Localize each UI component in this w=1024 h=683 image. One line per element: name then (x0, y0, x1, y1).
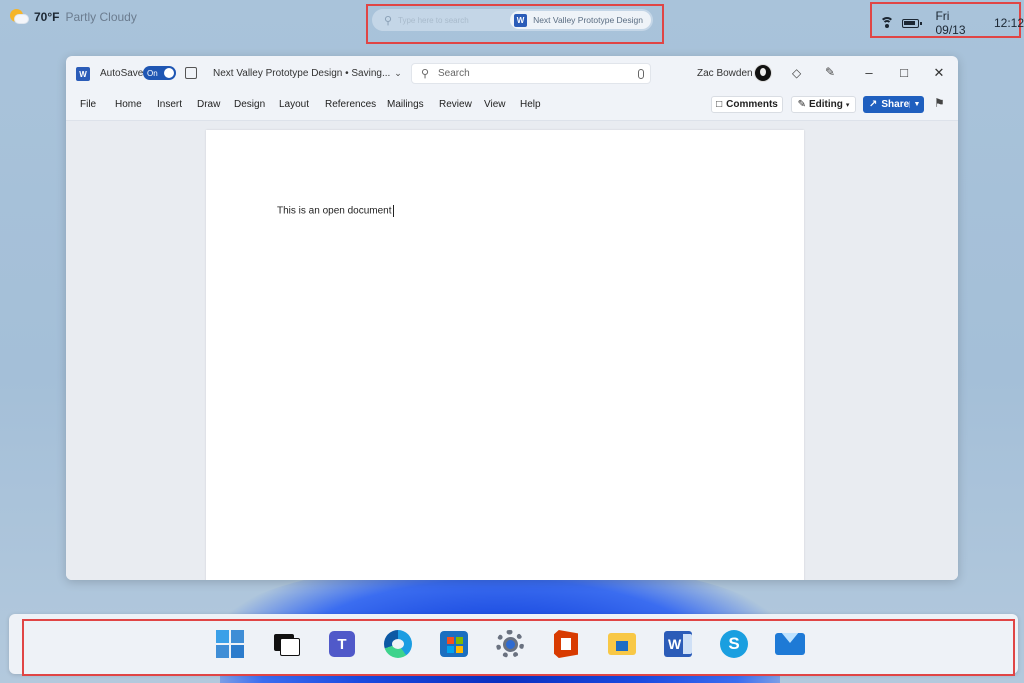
premium-diamond-icon[interactable]: ◇ (792, 66, 801, 80)
word-window: W AutoSave On Next Valley Prototype Desi… (66, 56, 958, 580)
share-dropdown-icon[interactable]: ▼ (909, 101, 924, 108)
tab-references[interactable]: References (325, 99, 376, 110)
share-button[interactable]: ↗ Share ▼ (863, 96, 924, 113)
comment-icon: □ (716, 99, 723, 110)
designer-pen-icon[interactable]: ✎ (825, 65, 835, 79)
document-canvas: This is an open document (66, 121, 958, 580)
chevron-down-icon: ▾ (845, 101, 850, 109)
minimize-button[interactable]: – (854, 63, 884, 83)
share-label: Share (881, 99, 910, 110)
battery-icon[interactable] (901, 18, 923, 28)
document-page[interactable]: This is an open document (206, 130, 804, 580)
media-player-icon[interactable] (270, 628, 302, 660)
word-search-placeholder: Search (438, 68, 470, 79)
tray-date[interactable]: Fri 09/13 (935, 9, 982, 37)
search-icon: ⚲ (383, 14, 393, 27)
wifi-icon[interactable] (880, 17, 894, 29)
autosave-label: AutoSave (100, 68, 144, 79)
tab-insert[interactable]: Insert (157, 99, 182, 110)
weather-widget[interactable]: 70°F Partly Cloudy (10, 8, 137, 26)
weather-condition: Partly Cloudy (65, 10, 137, 24)
weather-temperature: 70°F (34, 10, 60, 24)
comments-button[interactable]: □ Comments (711, 96, 783, 113)
tab-design[interactable]: Design (234, 99, 265, 110)
teams-icon[interactable]: T (326, 628, 358, 660)
microphone-icon[interactable] (638, 68, 644, 79)
file-explorer-icon[interactable] (606, 628, 638, 660)
active-document-name: Next Valley Prototype Design (533, 15, 643, 25)
top-search-bar[interactable]: ⚲ Type here to search W Next Valley Prot… (372, 9, 653, 31)
start-icon[interactable] (214, 628, 246, 660)
comments-label: Comments (726, 99, 778, 110)
chevron-down-icon: ⌄ (394, 68, 402, 78)
settings-icon[interactable] (494, 628, 526, 660)
tab-help[interactable]: Help (520, 99, 541, 110)
tab-review[interactable]: Review (439, 99, 472, 110)
tab-layout[interactable]: Layout (279, 99, 309, 110)
tab-home[interactable]: Home (115, 99, 142, 110)
top-search-placeholder: Type here to search (398, 15, 469, 25)
share-icon: ↗ (869, 99, 878, 110)
tab-view[interactable]: View (484, 99, 506, 110)
edge-icon[interactable] (382, 628, 414, 660)
title-bar: W AutoSave On Next Valley Prototype Desi… (66, 56, 958, 90)
store-icon[interactable] (438, 628, 470, 660)
office-icon[interactable] (550, 628, 582, 660)
system-tray[interactable]: Fri 09/13 12:12 (880, 9, 1024, 37)
tab-file[interactable]: File (80, 99, 96, 110)
document-title[interactable]: Next Valley Prototype Design • Saving...… (213, 68, 402, 79)
autosave-toggle[interactable]: On (143, 66, 176, 80)
word-search-box[interactable]: ⚲ Search (411, 63, 651, 84)
user-name[interactable]: Zac Bowden (697, 68, 753, 79)
word-app-icon: W (76, 67, 90, 81)
pencil-icon: ✎ (797, 99, 806, 110)
partly-cloudy-icon (10, 8, 28, 26)
mail-icon[interactable] (774, 628, 806, 660)
word-icon: W (514, 13, 528, 27)
feedback-icon[interactable]: ⚑ (934, 96, 945, 110)
save-icon[interactable] (185, 67, 197, 79)
tray-time[interactable]: 12:12 (994, 16, 1024, 30)
editing-mode-button[interactable]: ✎ Editing ▾ (791, 96, 856, 113)
tab-draw[interactable]: Draw (197, 99, 220, 110)
document-text[interactable]: This is an open document (277, 205, 394, 217)
search-icon: ⚲ (420, 68, 430, 80)
skype-icon[interactable]: S (718, 628, 750, 660)
editing-label: Editing (808, 99, 843, 110)
active-document-pill[interactable]: W Next Valley Prototype Design (510, 11, 651, 29)
word-icon[interactable]: W (662, 628, 694, 660)
tab-mailings[interactable]: Mailings (387, 99, 424, 110)
autosave-state: On (147, 68, 158, 78)
maximize-button[interactable]: □ (889, 63, 919, 83)
document-title-text: Next Valley Prototype Design • Saving... (213, 68, 391, 79)
close-button[interactable]: ✕ (924, 63, 954, 83)
document-body: This is an open document (277, 205, 392, 217)
text-caret (392, 205, 394, 217)
avatar[interactable] (754, 64, 772, 82)
